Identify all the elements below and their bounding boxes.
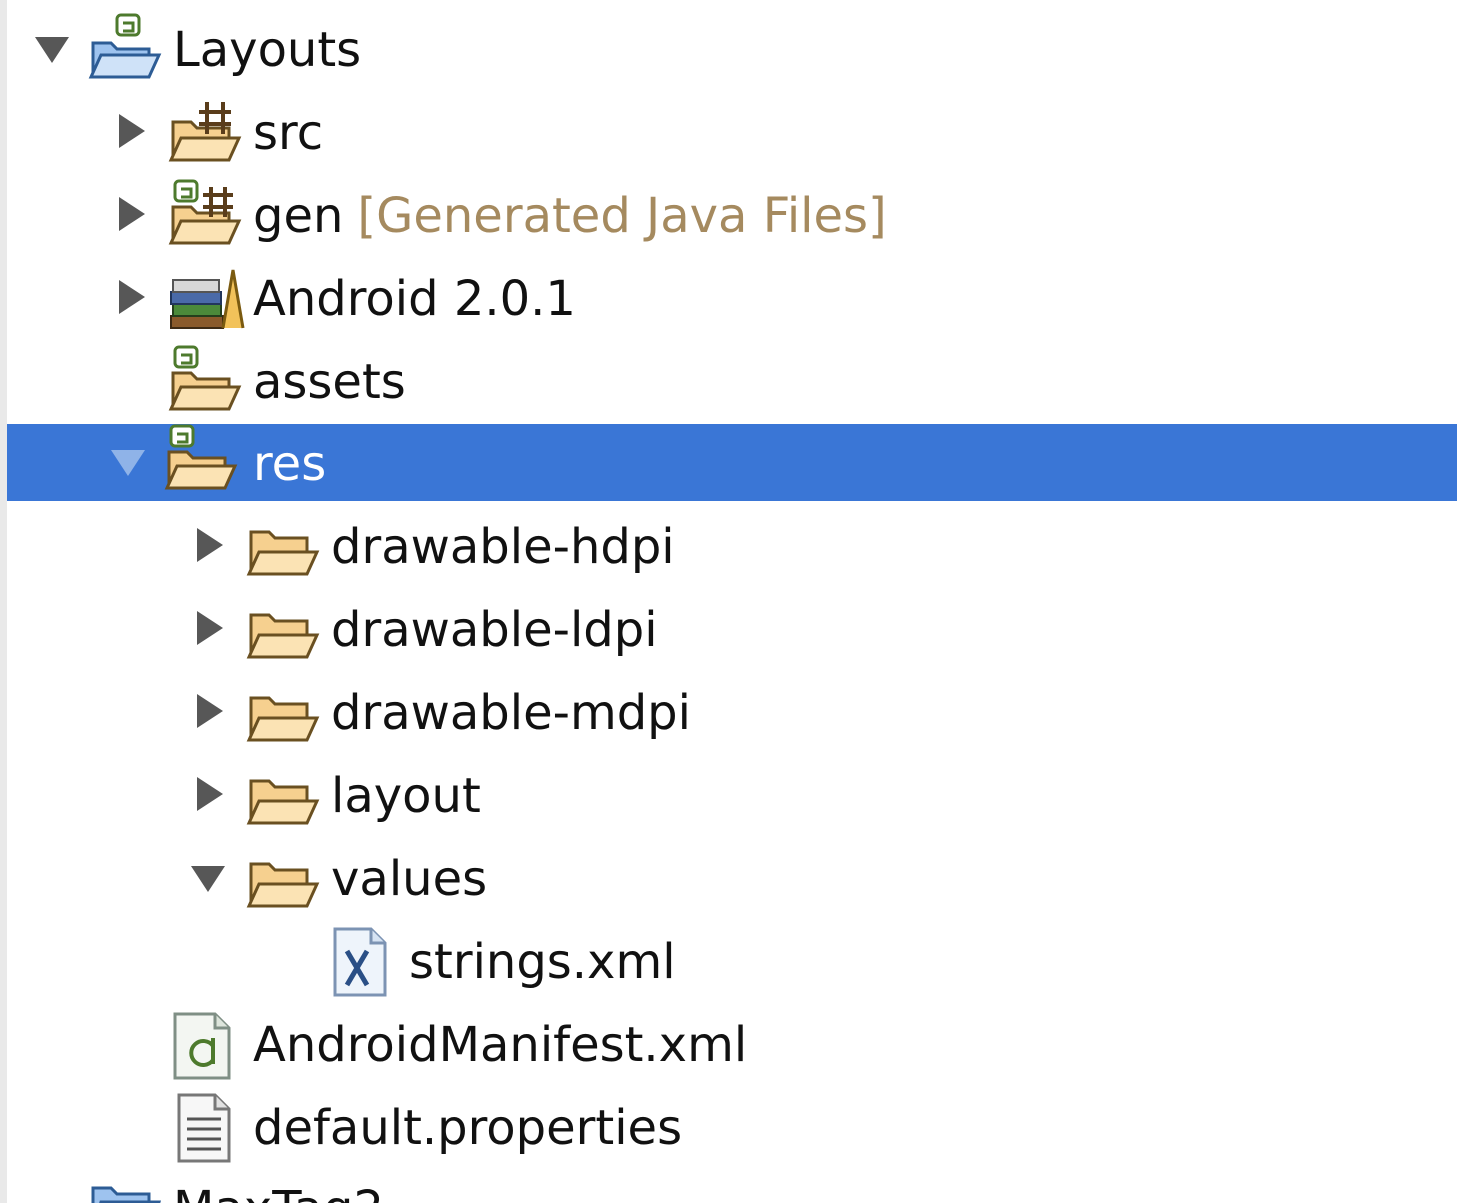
collapsed-arrow-icon[interactable] — [113, 278, 153, 318]
tree-item-label: src — [253, 105, 324, 161]
tree-item-drawable-ldpi[interactable]: drawable-ldpi — [7, 589, 1457, 672]
tree-item-src[interactable]: src — [7, 92, 1457, 175]
tree-item-layout[interactable]: layout — [7, 755, 1457, 838]
collapsed-arrow-icon[interactable] — [113, 112, 153, 152]
collapsed-arrow-icon[interactable] — [191, 775, 231, 815]
left-gutter — [0, 0, 7, 1203]
android-project-folder-icon — [88, 13, 162, 79]
tree-item-label: Layouts — [173, 22, 362, 78]
tree-item-label: res — [253, 436, 327, 492]
tree-item-label: default.properties — [253, 1100, 683, 1156]
tree-item-assets[interactable]: assets — [7, 341, 1457, 424]
xml-file-icon — [333, 927, 387, 997]
tree-item-android-library[interactable]: Android 2.0.1 — [7, 258, 1457, 341]
library-books-icon — [170, 269, 245, 329]
tree-item-strings-xml[interactable]: strings.xml — [7, 921, 1457, 1004]
java-source-folder-icon — [168, 102, 242, 162]
tree-item-res[interactable]: res — [7, 424, 1457, 501]
tree-item-layouts[interactable]: Layouts — [7, 9, 1457, 92]
folder-icon — [246, 862, 320, 908]
tree-item-label: drawable-ldpi — [331, 602, 658, 658]
tree-item-values[interactable]: values — [7, 838, 1457, 921]
collapsed-arrow-icon[interactable] — [191, 526, 231, 566]
tree-item-label: Android 2.0.1 — [253, 271, 576, 327]
tree-item-label: AndroidManifest.xml — [253, 1017, 748, 1073]
project-folder-icon — [91, 1186, 162, 1203]
folder-icon — [246, 613, 320, 659]
tree-item-label: assets — [253, 354, 406, 410]
android-folder-icon — [168, 345, 242, 411]
folder-icon — [246, 779, 320, 825]
tree-item-drawable-mdpi[interactable]: drawable-mdpi — [7, 672, 1457, 755]
project-explorer-tree: Layouts src gen [Generated Java Files] A… — [0, 0, 1457, 1203]
expanded-arrow-icon[interactable] — [109, 442, 149, 482]
tree-item-maxtag2[interactable]: MaxTag2 — [7, 1168, 1457, 1203]
text-file-icon — [177, 1093, 231, 1163]
generated-source-folder-icon — [168, 179, 242, 245]
android-manifest-icon — [173, 1012, 231, 1080]
expanded-arrow-icon[interactable] — [33, 29, 73, 69]
folder-icon — [246, 696, 320, 742]
tree-item-drawable-hdpi[interactable]: drawable-hdpi — [7, 506, 1457, 589]
android-folder-icon — [164, 424, 238, 490]
tree-item-label: strings.xml — [409, 934, 676, 990]
tree-item-label: MaxTag2 — [173, 1168, 384, 1203]
collapsed-arrow-icon[interactable] — [191, 692, 231, 732]
tree-item-label: layout — [331, 768, 481, 824]
tree-item-label: values — [331, 851, 488, 907]
tree-item-label: drawable-hdpi — [331, 519, 675, 575]
tree-item-android-manifest[interactable]: AndroidManifest.xml — [7, 1004, 1457, 1087]
collapsed-arrow-icon[interactable] — [113, 195, 153, 235]
folder-icon — [246, 530, 320, 576]
tree-item-gen[interactable]: gen [Generated Java Files] — [7, 175, 1457, 258]
tree-item-default-properties[interactable]: default.properties — [7, 1087, 1457, 1170]
tree-item-decoration: [Generated Java Files] — [357, 188, 887, 244]
tree-item-label: gen [Generated Java Files] — [253, 175, 887, 258]
tree-item-name: gen — [253, 188, 344, 244]
tree-item-label: drawable-mdpi — [331, 685, 691, 741]
collapsed-arrow-icon[interactable] — [191, 609, 231, 649]
expanded-arrow-icon[interactable] — [189, 858, 229, 898]
